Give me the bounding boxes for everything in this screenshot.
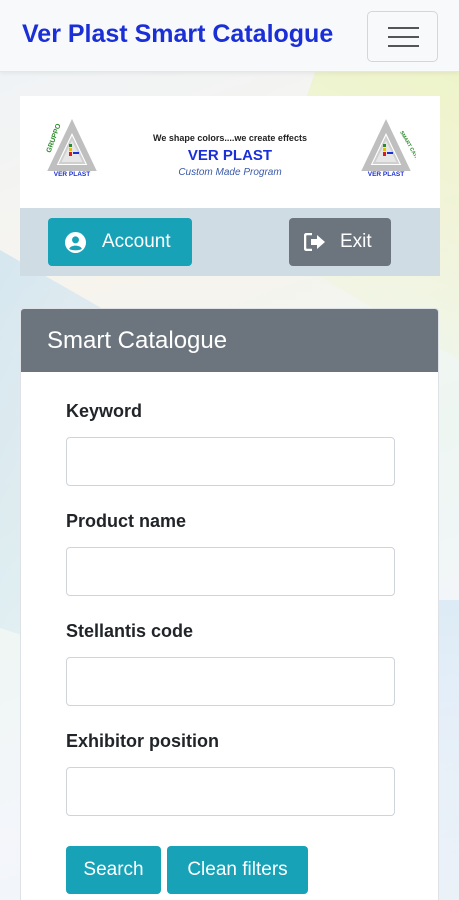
search-button[interactable]: Search <box>66 846 161 894</box>
company-name: VER PLAST <box>187 147 273 164</box>
account-button-label: Account <box>102 231 171 252</box>
product-name-label: Product name <box>66 511 187 531</box>
user-circle-icon <box>65 231 86 253</box>
hamburger-line <box>388 36 419 38</box>
hamburger-menu-icon <box>388 27 419 29</box>
exhibitor-position-label: Exhibitor position <box>66 731 219 751</box>
sign-out-icon <box>304 233 325 251</box>
stellantis-code-input[interactable] <box>66 657 395 706</box>
logo-caption: VER PLAST <box>54 171 91 178</box>
ver-plast-logo-right: SMART CATALOGUE VER PLAST <box>361 119 416 178</box>
product-name-input[interactable] <box>66 547 395 596</box>
clean-filters-button[interactable]: Clean filters <box>167 846 308 894</box>
card-title: Smart Catalogue <box>21 309 438 372</box>
account-action-bar: Account Exit <box>20 208 440 276</box>
keyword-input[interactable] <box>66 437 395 486</box>
ver-plast-logo-left: GRUPPO VER PLAST <box>46 119 97 178</box>
exhibitor-position-input[interactable] <box>66 767 395 816</box>
account-button[interactable]: Account <box>48 218 192 266</box>
logo-caption: VER PLAST <box>368 171 405 178</box>
keyword-label: Keyword <box>66 401 143 421</box>
smart-catalogue-card: Smart Catalogue Keyword Product name Ste… <box>20 308 439 900</box>
navbar: Ver Plast Smart Catalogue <box>0 0 459 72</box>
tagline: We shape colors....we create effects <box>153 133 307 143</box>
program-subtitle: Custom Made Program <box>178 167 282 178</box>
hamburger-line <box>388 45 419 47</box>
exit-button[interactable]: Exit <box>289 218 391 266</box>
navbar-brand[interactable]: Ver Plast Smart Catalogue <box>22 20 333 49</box>
exit-button-label: Exit <box>340 231 372 252</box>
navbar-toggler-button[interactable] <box>367 11 438 62</box>
logo-banner: GRUPPO VER PLAST We shape colors....we c… <box>20 96 440 208</box>
stellantis-code-label: Stellantis code <box>66 621 194 641</box>
